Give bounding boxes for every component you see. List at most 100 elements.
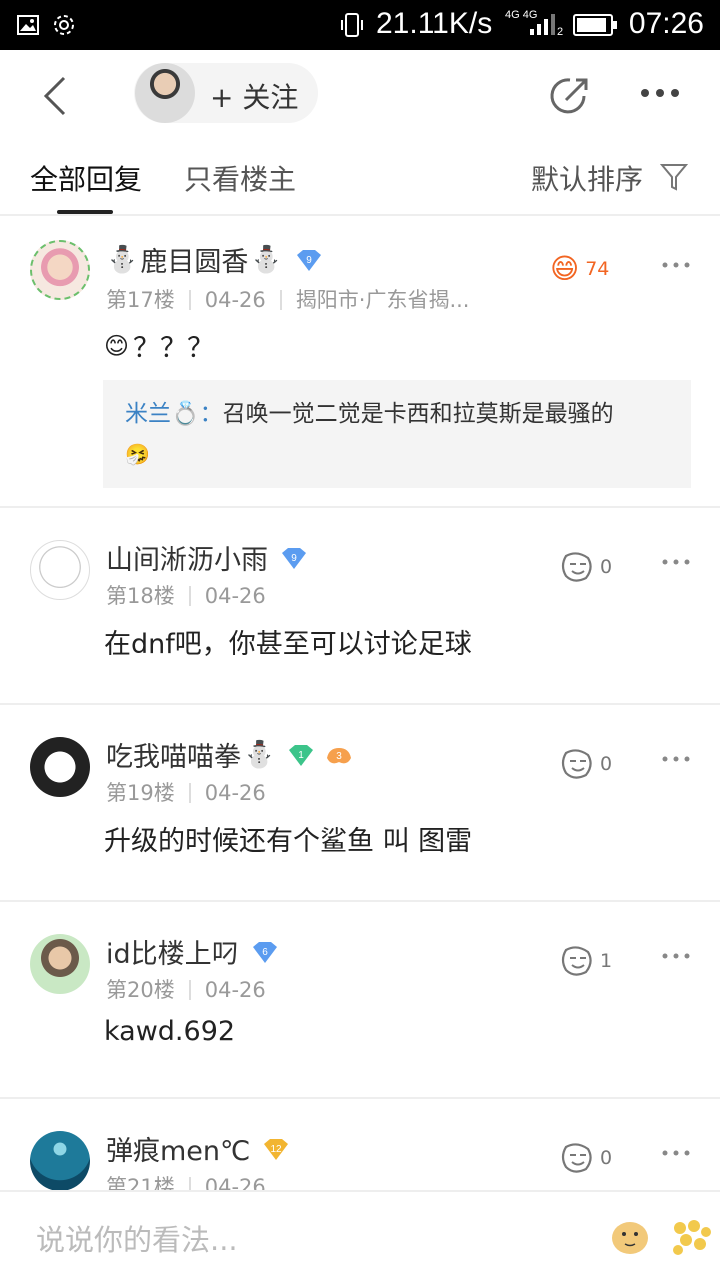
username-text: id比楼上叼: [106, 939, 239, 970]
username-text: 鹿目圆香: [140, 247, 249, 278]
hot-like-icon: 😄: [550, 252, 580, 285]
username-text: 山间淅沥小雨: [106, 545, 268, 576]
like-button[interactable]: 0: [560, 1143, 612, 1173]
network-speed: 21.11K/s: [376, 7, 493, 40]
level-badge: 9: [280, 547, 306, 569]
status-left-icons: [16, 13, 76, 37]
post-date: 04-26: [204, 584, 266, 608]
level-badge: 9: [295, 249, 321, 271]
username[interactable]: ⛄ 鹿目圆香 ⛄ 9: [106, 240, 321, 279]
avatar[interactable]: [30, 540, 90, 600]
avatar[interactable]: [30, 240, 90, 300]
battery-icon: [573, 14, 617, 36]
comment-input[interactable]: 说说你的看法...: [36, 1217, 238, 1259]
comment-input-bar: 说说你的看法...: [0, 1190, 720, 1280]
level-text: 1: [299, 750, 305, 761]
more-icon[interactable]: [662, 1150, 690, 1156]
comment-item: id比楼上叼 6 第20楼 04-26 kawd.692 1: [0, 902, 720, 1099]
tab-all-replies[interactable]: 全部回复: [30, 158, 142, 198]
comment-meta: 第17楼 04-26 揭阳市·广东省揭...: [106, 284, 469, 314]
gold-sticker-icon[interactable]: [666, 1214, 716, 1260]
like-count: 0: [600, 556, 613, 578]
sub-reply-user[interactable]: 米兰: [125, 401, 171, 427]
tab-host-only[interactable]: 只看楼主: [184, 158, 296, 198]
reply-tabs: 全部回复 只看楼主 默认排序: [0, 140, 720, 216]
like-button[interactable]: 1: [560, 946, 612, 976]
clock: 07:26: [628, 7, 704, 40]
like-count: 0: [600, 1147, 613, 1169]
location: 揭阳市·广东省揭...: [295, 288, 470, 312]
fan-level-text: 3: [337, 751, 343, 762]
avatar[interactable]: [30, 934, 90, 994]
level-badge: 1: [287, 744, 314, 766]
avatar[interactable]: [30, 737, 90, 797]
comment-meta: 第19楼 04-26: [106, 777, 266, 807]
snowman-icon: ⛄: [243, 739, 276, 770]
like-face-icon: [561, 1143, 592, 1173]
snowman-icon: ⛄: [250, 244, 283, 275]
vibrate-icon: [341, 13, 363, 37]
like-face-icon: [561, 552, 592, 582]
follow-label: + 关注: [210, 81, 299, 114]
like-count: 0: [600, 753, 613, 775]
more-icon[interactable]: [662, 559, 690, 565]
emoji-sneeze-icon: 🤧: [125, 442, 150, 466]
more-icon[interactable]: [662, 756, 690, 762]
emoji-smile-icon: 😊: [104, 331, 130, 360]
comment-meta: 第18楼 04-26: [106, 580, 266, 610]
level-text: 6: [262, 947, 268, 958]
like-button[interactable]: 0: [560, 552, 612, 582]
comment-text: 😊？？？: [104, 331, 215, 365]
sort-selector[interactable]: 默认排序: [531, 158, 643, 198]
fan-badge: 3: [325, 744, 352, 766]
settings-icon: [54, 15, 74, 35]
username[interactable]: id比楼上叼 6: [106, 932, 277, 971]
level-badge: 12: [262, 1138, 289, 1160]
post-date: 04-26: [204, 288, 266, 312]
comment-item: 山间淅沥小雨 9 第18楼 04-26 在dnf吧，你甚至可以讨论足球 0: [0, 508, 720, 705]
comment-text: 升级的时候还有个鲨鱼 叫 图雷: [104, 826, 473, 857]
doge-sticker-icon[interactable]: [605, 1214, 655, 1260]
username[interactable]: 弹痕men℃ 12: [106, 1129, 289, 1168]
floor-number: 第20楼: [106, 978, 175, 1002]
follow-button[interactable]: + 关注: [134, 63, 318, 123]
floor-number: 第19楼: [106, 781, 175, 805]
back-arrow-icon[interactable]: [38, 74, 72, 118]
username[interactable]: 山间淅沥小雨 9: [106, 538, 306, 577]
comment-text: kawd.692: [104, 1016, 236, 1047]
sub-reply-text: 召唤一觉二觉是卡西和拉莫斯是最骚的: [222, 401, 614, 427]
status-bar: 21.11K/s 4G 4G 2 07:26: [0, 0, 720, 50]
like-face-icon: [561, 946, 592, 976]
comment-item: 吃我喵喵拳 ⛄ 1 3 第19楼 04-26 升级的时候还有个鲨鱼 叫 图雷 0: [0, 705, 720, 902]
floor-number: 第17楼: [106, 288, 175, 312]
like-count: 74: [585, 257, 610, 280]
floor-number: 第18楼: [106, 584, 175, 608]
level-text: 9: [291, 553, 297, 564]
username-text: 吃我喵喵拳: [106, 742, 241, 773]
nav-bar: + 关注: [0, 50, 720, 140]
sub-reply[interactable]: 米兰💍：召唤一觉二觉是卡西和拉莫斯是最骚的 🤧: [103, 380, 691, 488]
like-face-icon: [561, 749, 592, 779]
more-icon[interactable]: [640, 88, 680, 98]
share-icon[interactable]: [548, 74, 592, 118]
like-button[interactable]: 😄 74: [550, 252, 609, 285]
more-icon[interactable]: [662, 953, 690, 959]
level-text: 9: [306, 255, 312, 266]
like-button[interactable]: 0: [560, 749, 612, 779]
level-text: 12: [271, 1144, 283, 1155]
like-count: 1: [600, 950, 613, 972]
post-date: 04-26: [204, 978, 266, 1002]
post-date: 04-26: [204, 781, 266, 805]
username[interactable]: 吃我喵喵拳 ⛄ 1 3: [106, 735, 352, 774]
filter-icon[interactable]: [660, 162, 688, 192]
username-text: 弹痕men℃: [106, 1136, 251, 1167]
ring-icon: 💍：: [171, 401, 223, 427]
more-icon[interactable]: [662, 262, 690, 268]
comment-item: ⛄ 鹿目圆香 ⛄ 9 第17楼 04-26 揭阳市·广东省揭... 😊？？？ 米兰💍…: [0, 218, 720, 508]
comment-text: 在dnf吧，你甚至可以讨论足球: [104, 629, 472, 660]
avatar[interactable]: [30, 1131, 90, 1191]
host-avatar[interactable]: [135, 63, 195, 123]
image-icon: [17, 15, 39, 35]
active-tab-indicator: [57, 210, 113, 214]
snowman-icon: ⛄: [106, 244, 139, 275]
